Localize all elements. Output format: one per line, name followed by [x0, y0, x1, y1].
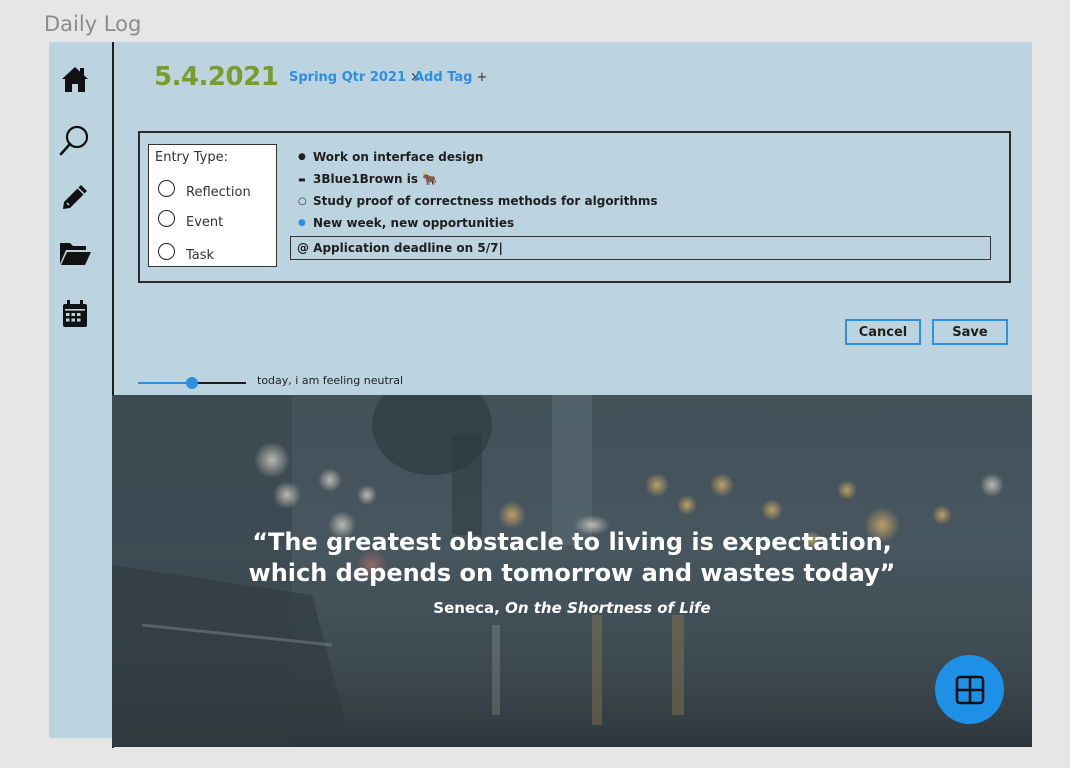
- sidebar-item-folder[interactable]: [58, 236, 92, 270]
- sidebar-item-search[interactable]: [58, 123, 92, 157]
- radio-circle-icon[interactable]: [158, 180, 175, 197]
- list-item[interactable]: ▬ 3Blue1Brown is 🐂: [298, 172, 437, 186]
- entry-type-selector: Entry Type: Reflection Event Task: [148, 144, 277, 267]
- add-tag-label: Add Tag: [414, 70, 473, 85]
- pencil-icon: [63, 185, 87, 209]
- quote-author: Seneca,: [433, 599, 506, 617]
- plus-icon: +: [476, 70, 488, 85]
- sidebar-item-home[interactable]: [58, 62, 92, 96]
- list-item-text: Work on interface design: [313, 150, 484, 164]
- tag-spring-qtr[interactable]: Spring Qtr 2021 ×: [289, 70, 421, 85]
- mood-slider-track[interactable]: [192, 382, 246, 384]
- quote-line-2: which depends on tomorrow and wastes tod…: [248, 559, 896, 587]
- calendar-icon: [63, 300, 87, 327]
- mood-slider-thumb[interactable]: [186, 377, 198, 389]
- add-tag-button[interactable]: Add Tag +: [414, 70, 487, 85]
- radio-label: Task: [186, 248, 215, 263]
- cancel-button[interactable]: Cancel: [845, 319, 921, 345]
- bullet-dot-blue-icon: ●: [298, 218, 306, 228]
- sidebar-item-edit[interactable]: [58, 180, 92, 214]
- search-icon: [59, 125, 89, 156]
- list-item[interactable]: ● Work on interface design: [298, 150, 483, 164]
- grid-icon: [955, 675, 984, 704]
- sidebar-item-calendar[interactable]: [58, 297, 92, 331]
- folder-open-icon: [60, 243, 91, 265]
- list-item[interactable]: ○ Study proof of correctness methods for…: [298, 194, 658, 208]
- frame-title: Daily Log: [44, 12, 142, 36]
- radio-circle-icon[interactable]: [158, 243, 175, 260]
- bullet-circle-icon: ○: [298, 195, 307, 207]
- quote-attribution: Seneca, On the Shortness of Life: [112, 599, 1032, 617]
- entry-date: 5.4.2021: [154, 62, 279, 92]
- quote-line-1: “The greatest obstacle to living is expe…: [252, 528, 892, 556]
- radio-label: Reflection: [186, 185, 251, 200]
- home-icon: [62, 67, 88, 92]
- radio-event[interactable]: Event: [158, 210, 224, 230]
- list-item[interactable]: ● New week, new opportunities: [298, 216, 514, 230]
- list-item-text: 3Blue1Brown is 🐂: [313, 172, 438, 186]
- entry-input[interactable]: [290, 236, 991, 260]
- radio-task[interactable]: Task: [158, 243, 215, 263]
- bullet-dot-icon: ●: [298, 152, 306, 162]
- save-button[interactable]: Save: [932, 319, 1008, 345]
- list-item-text: Study proof of correctness methods for a…: [313, 194, 658, 208]
- grid-view-button[interactable]: [935, 655, 1004, 724]
- quote-text: “The greatest obstacle to living is expe…: [112, 527, 1032, 589]
- radio-circle-icon[interactable]: [158, 210, 175, 227]
- radio-label: Event: [186, 215, 224, 230]
- list-item-text: New week, new opportunities: [313, 216, 515, 230]
- mood-slider-track-filled[interactable]: [138, 382, 192, 384]
- tag-label: Spring Qtr 2021: [289, 70, 407, 85]
- entry-type-title: Entry Type:: [155, 150, 228, 165]
- mood-label: today, i am feeling neutral: [257, 374, 404, 387]
- radio-reflection[interactable]: Reflection: [158, 180, 251, 200]
- quote-work: On the Shortness of Life: [505, 599, 711, 617]
- bullet-dash-icon: ▬: [298, 174, 306, 184]
